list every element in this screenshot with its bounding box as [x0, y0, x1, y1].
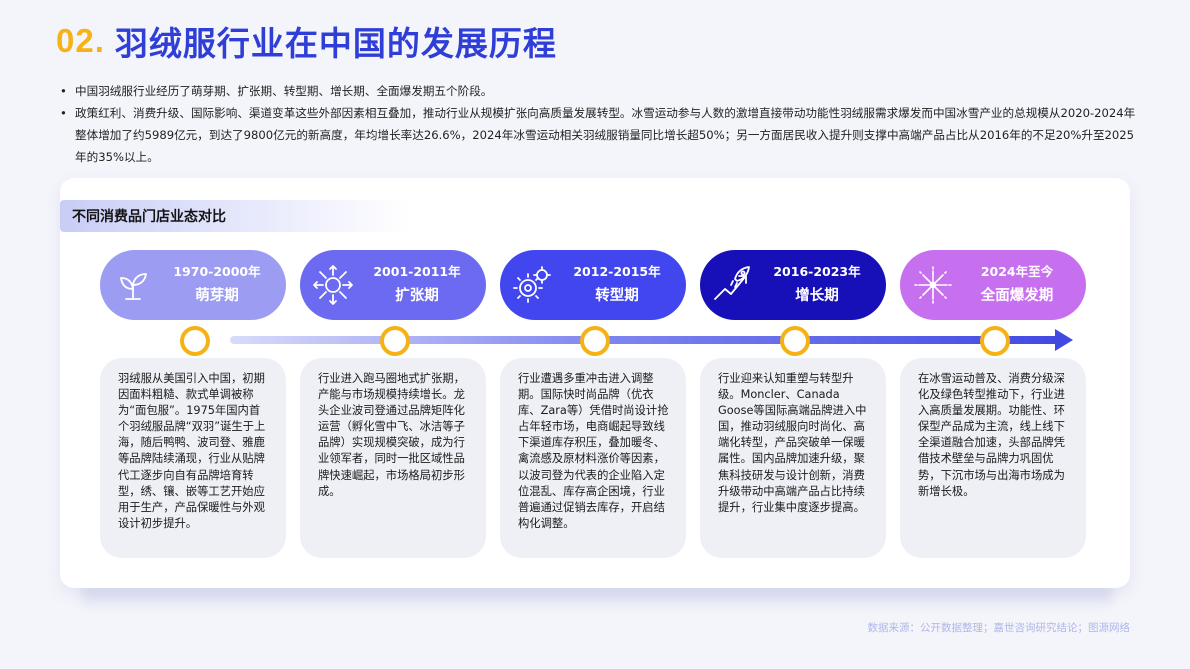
stage-name: 全面爆发期 [980, 288, 1054, 304]
stage-name: 增长期 [795, 288, 839, 304]
bullet-item: 政策红利、消费升级、国际影响、渠道变革这些外部因素相互叠加，推动行业从规模扩张向… [60, 102, 1136, 168]
card-subtitle: 不同消费品门店业态对比 [60, 200, 410, 232]
timeline-arrow-line [230, 336, 1062, 344]
timeline-dot [780, 326, 810, 356]
data-source-note: 数据来源：公开数据整理；嘉世咨询研究结论；图源网络 [867, 622, 1131, 634]
timeline-dot [180, 326, 210, 356]
stage-years: 2024年至今 [980, 264, 1054, 279]
stage-pill-2: 2001-2011年 扩张期 [300, 250, 486, 320]
expand-icon [300, 250, 366, 320]
stage-pill-3: 2012-2015年 转型期 [500, 250, 686, 320]
summary-bullets: 中国羽绒服行业经历了萌芽期、扩张期、转型期、增长期、全面爆发期五个阶段。 政策红… [60, 80, 1136, 168]
stage-pill-1: 1970-2000年 萌芽期 [100, 250, 286, 320]
timeline-dot [580, 326, 610, 356]
stage-name: 扩张期 [395, 288, 439, 304]
timeline-card: 不同消费品门店业态对比 1970-2000年 萌芽期 2001-2011年 扩张… [60, 178, 1130, 588]
stage-years: 2012-2015年 [573, 264, 661, 279]
card-shadow [82, 586, 1112, 610]
stage-years: 2016-2023年 [773, 264, 861, 279]
stage-description: 行业遭遇多重冲击进入调整期。国际快时尚品牌（优衣库、Zara等）凭借时尚设计抢占… [500, 358, 686, 558]
stage-name: 转型期 [595, 288, 639, 304]
timeline-dot [980, 326, 1010, 356]
stage-description: 羽绒服从美国引入中国，初期因面料粗糙、款式单调被称为“面包服”。1975年国内首… [100, 358, 286, 558]
bullet-item: 中国羽绒服行业经历了萌芽期、扩张期、转型期、增长期、全面爆发期五个阶段。 [60, 80, 1136, 102]
stage-pill-5: 2024年至今 全面爆发期 [900, 250, 1086, 320]
stage-years: 1970-2000年 [173, 264, 261, 279]
rocket-growth-icon [700, 250, 766, 320]
page-title: 02. 羽绒服行业在中国的发展历程 [56, 18, 557, 64]
section-number: 02. [56, 22, 105, 59]
stage-description: 行业迎来认知重塑与转型升级。Moncler、Canada Goose等国际高端品… [700, 358, 886, 558]
stage-name: 萌芽期 [195, 288, 239, 304]
stage-description: 在冰雪运动普及、消费分级深化及绿色转型推动下，行业进入高质量发展期。功能性、环保… [900, 358, 1086, 558]
stage-pill-4: 2016-2023年 增长期 [700, 250, 886, 320]
fireworks-icon [900, 250, 966, 320]
stage-description: 行业进入跑马圈地式扩张期，产能与市场规模持续增长。龙头企业波司登通过品牌矩阵化运… [300, 358, 486, 558]
timeline-dot [380, 326, 410, 356]
gears-icon [500, 250, 566, 320]
section-title: 羽绒服行业在中国的发展历程 [114, 24, 557, 63]
stage-years: 2001-2011年 [373, 264, 461, 279]
sprout-icon [100, 250, 166, 320]
arrow-right-icon [1055, 329, 1073, 351]
